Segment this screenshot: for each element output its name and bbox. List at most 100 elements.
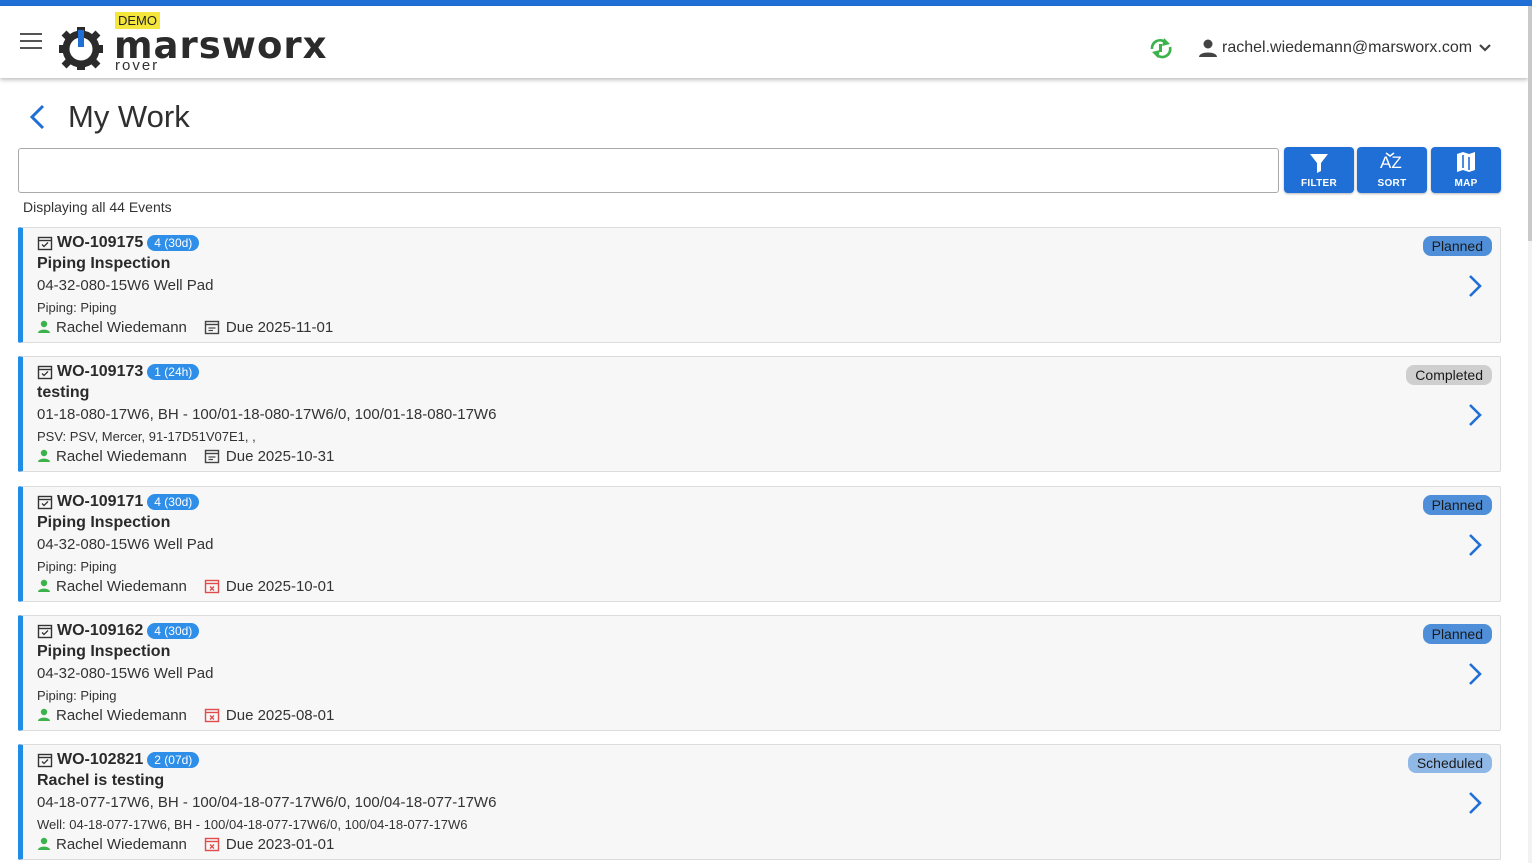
user-icon bbox=[38, 579, 50, 592]
work-order-meta: Rachel Wiedemann Due 2023-01-01 bbox=[37, 834, 334, 854]
menu-icon[interactable] bbox=[20, 33, 42, 51]
sync-icon[interactable] bbox=[1148, 37, 1174, 59]
user-email: rachel.wiedemann@marsworx.com bbox=[1222, 39, 1473, 56]
work-order-icon bbox=[37, 236, 53, 251]
chevron-right-icon[interactable] bbox=[1468, 791, 1482, 815]
chevron-right-icon[interactable] bbox=[1468, 662, 1482, 686]
status-badge: Completed bbox=[1406, 365, 1492, 385]
frequency-pill: 4 (30d) bbox=[147, 623, 200, 639]
work-order-meta: Rachel Wiedemann Due 2025-11-01 bbox=[37, 317, 333, 337]
work-order-meta: Rachel Wiedemann Due 2025-10-31 bbox=[37, 446, 334, 466]
assignee: Rachel Wiedemann bbox=[56, 577, 187, 595]
due-date: Due 2025-10-31 bbox=[225, 447, 335, 465]
app-logo[interactable]: marsworx rover DEMO bbox=[58, 12, 338, 74]
chevron-right-icon[interactable] bbox=[1468, 403, 1482, 427]
assignee: Rachel Wiedemann bbox=[56, 318, 187, 336]
due-date: Due 2025-08-01 bbox=[225, 706, 335, 724]
assignee: Rachel Wiedemann bbox=[56, 706, 187, 724]
chevron-right-icon[interactable] bbox=[1468, 533, 1482, 557]
work-order-meta: Rachel Wiedemann Due 2025-08-01 bbox=[37, 705, 334, 725]
work-order-id: WO-109175 bbox=[57, 234, 144, 251]
app-bar: marsworx rover DEMO rachel.wiedemann@mar… bbox=[0, 6, 1528, 78]
work-order-id: WO-102821 bbox=[57, 751, 144, 768]
due-date: Due 2023-01-01 bbox=[225, 835, 335, 853]
calendar-icon bbox=[204, 449, 220, 464]
user-icon bbox=[38, 837, 50, 850]
due-date: Due 2025-10-01 bbox=[225, 577, 335, 595]
work-order-icon bbox=[37, 495, 53, 510]
chevron-right-icon[interactable] bbox=[1468, 274, 1482, 298]
work-order-id: WO-109171 bbox=[57, 493, 144, 510]
calendar-overdue-icon bbox=[204, 837, 220, 852]
work-order-icon bbox=[37, 624, 53, 639]
work-order-location: 04-32-080-15W6 Well Pad bbox=[37, 536, 214, 553]
calendar-icon bbox=[204, 320, 220, 335]
sort-button[interactable]: AZ SORT bbox=[1357, 147, 1427, 193]
page-title: My Work bbox=[68, 99, 190, 134]
work-order-header: WO-109175 4 (30d) bbox=[37, 233, 200, 253]
work-order-id: WO-109162 bbox=[57, 622, 144, 639]
work-order-name: Piping Inspection bbox=[37, 643, 171, 660]
work-order-asset: Piping: Piping bbox=[37, 688, 117, 703]
work-order-header: WO-102821 2 (07d) bbox=[37, 750, 200, 770]
sort-az-icon: AZ bbox=[1380, 152, 1402, 172]
scrollbar[interactable] bbox=[1528, 6, 1532, 863]
work-order-card[interactable]: WO-109173 1 (24h) testing 01-18-080-17W6… bbox=[18, 356, 1501, 472]
work-order-asset: PSV: PSV, Mercer, 91-17D51V07E1, , bbox=[37, 429, 256, 444]
work-order-name: Rachel is testing bbox=[37, 772, 165, 789]
user-icon bbox=[38, 708, 50, 721]
logo-subtitle: rover bbox=[115, 57, 160, 74]
search-input[interactable] bbox=[18, 148, 1279, 193]
work-order-location: 01-18-080-17W6, BH - 100/01-18-080-17W6/… bbox=[37, 406, 497, 423]
due-date: Due 2025-11-01 bbox=[225, 318, 334, 336]
work-order-card[interactable]: WO-109171 4 (30d) Piping Inspection 04-3… bbox=[18, 486, 1501, 602]
frequency-pill: 2 (07d) bbox=[147, 752, 200, 768]
work-order-card[interactable]: WO-102821 2 (07d) Rachel is testing 04-1… bbox=[18, 744, 1501, 860]
filter-icon bbox=[1310, 154, 1328, 173]
work-order-card[interactable]: WO-109162 4 (30d) Piping Inspection 04-3… bbox=[18, 615, 1501, 731]
work-order-location: 04-32-080-15W6 Well Pad bbox=[37, 665, 214, 682]
work-order-header: WO-109171 4 (30d) bbox=[37, 492, 200, 512]
work-order-location: 04-18-077-17W6, BH - 100/04-18-077-17W6/… bbox=[37, 794, 497, 811]
back-arrow-icon[interactable] bbox=[28, 104, 48, 130]
status-badge: Planned bbox=[1422, 236, 1492, 256]
work-order-meta: Rachel Wiedemann Due 2025-10-01 bbox=[37, 576, 334, 596]
map-icon bbox=[1457, 152, 1475, 172]
status-badge: Planned bbox=[1422, 624, 1492, 644]
filter-button[interactable]: FILTER bbox=[1284, 147, 1354, 193]
work-order-id: WO-109173 bbox=[57, 363, 144, 380]
user-icon bbox=[1199, 39, 1217, 57]
work-order-name: Piping Inspection bbox=[37, 255, 171, 272]
frequency-pill: 4 (30d) bbox=[147, 494, 200, 510]
gear-logo-icon bbox=[59, 27, 103, 70]
user-icon bbox=[38, 320, 50, 333]
frequency-pill: 4 (30d) bbox=[147, 235, 200, 251]
calendar-overdue-icon bbox=[204, 579, 220, 594]
work-order-card[interactable]: WO-109175 4 (30d) Piping Inspection 04-3… bbox=[18, 227, 1501, 343]
work-order-name: Piping Inspection bbox=[37, 514, 171, 531]
event-count: Displaying all 44 Events bbox=[23, 199, 172, 215]
work-order-asset: Piping: Piping bbox=[37, 559, 117, 574]
work-order-asset: Piping: Piping bbox=[37, 300, 117, 315]
map-button[interactable]: MAP bbox=[1431, 147, 1501, 193]
work-order-asset: Well: 04-18-077-17W6, BH - 100/04-18-077… bbox=[37, 817, 468, 832]
sort-label: SORT bbox=[1377, 178, 1407, 189]
user-icon bbox=[38, 449, 50, 462]
demo-badge: DEMO bbox=[115, 12, 160, 29]
work-order-header: WO-109162 4 (30d) bbox=[37, 621, 200, 641]
work-order-name: testing bbox=[37, 384, 90, 401]
frequency-pill: 1 (24h) bbox=[147, 364, 200, 380]
filter-label: FILTER bbox=[1300, 178, 1338, 189]
status-badge: Scheduled bbox=[1407, 753, 1492, 773]
user-menu[interactable]: rachel.wiedemann@marsworx.com bbox=[1198, 35, 1492, 61]
status-badge: Planned bbox=[1422, 495, 1492, 515]
work-order-icon bbox=[37, 753, 53, 768]
calendar-overdue-icon bbox=[204, 708, 220, 723]
chevron-down-icon bbox=[1479, 44, 1491, 52]
work-order-icon bbox=[37, 365, 53, 380]
assignee: Rachel Wiedemann bbox=[56, 835, 187, 853]
work-order-location: 04-32-080-15W6 Well Pad bbox=[37, 277, 214, 294]
map-label: MAP bbox=[1454, 178, 1478, 189]
assignee: Rachel Wiedemann bbox=[56, 447, 187, 465]
work-order-header: WO-109173 1 (24h) bbox=[37, 362, 200, 382]
